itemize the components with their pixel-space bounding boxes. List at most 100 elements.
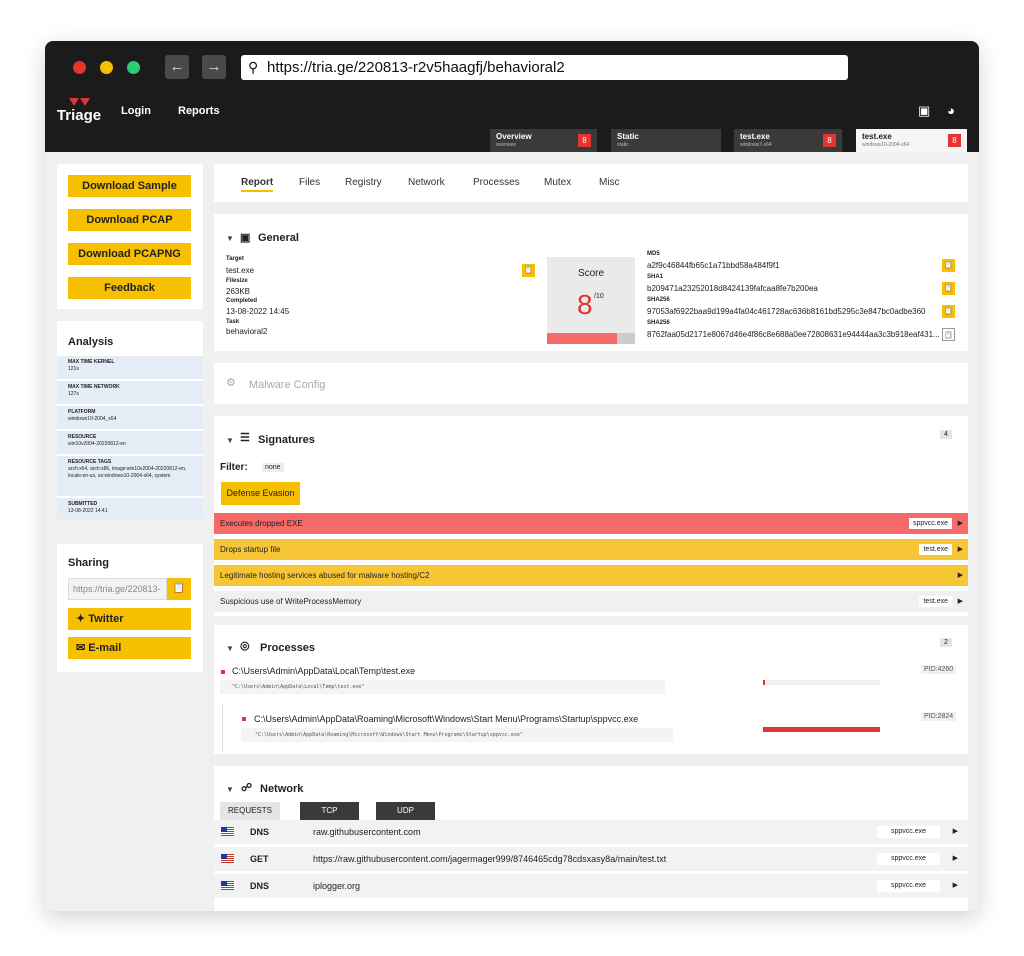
maximize-window-button[interactable] — [127, 61, 140, 74]
process-path[interactable]: C:\Users\Admin\AppData\Local\Temp\test.e… — [232, 666, 415, 676]
analysis-row: RESOURCE win10v2004-20220812-en — [57, 431, 203, 454]
sha1-value: b209471a23252018d8424139fafcaa8fe7b200ea — [647, 284, 818, 293]
download-pcap-button[interactable]: Download PCAP — [68, 209, 191, 231]
task-value: behavioral2 — [226, 327, 268, 336]
site-header: Triage Login Reports ▣ ◕ Overview overvi… — [45, 93, 979, 152]
globe-icon: ☍ — [241, 782, 253, 794]
analysis-row: RESOURCE TAGS arch:x64, arch:x86, image:w… — [57, 456, 203, 496]
network-request-row[interactable]: DNS iplogger.org sppvcc.exe ▶ — [214, 874, 968, 898]
score-label: Score — [577, 268, 605, 279]
tab-overview[interactable]: Overview overview 8 — [490, 129, 597, 152]
network-tab-udp[interactable]: UDP — [376, 802, 435, 820]
completed-value: 13-08-2022 14:45 — [226, 307, 290, 316]
malware-config-title[interactable]: Malware Config — [249, 379, 325, 391]
download-sample-button[interactable]: Download Sample — [68, 175, 191, 197]
collapse-caret-icon[interactable]: ▼ — [226, 644, 234, 653]
process-tag: sppvcc.exe — [908, 518, 952, 529]
analysis-row: PLATFORM windows10-2004_x64 — [57, 406, 203, 429]
feedback-button[interactable]: Feedback — [68, 277, 191, 299]
browser-toolbar: ← → ⚲ https://tria.ge/220813-r2v5haagfj/… — [45, 41, 979, 93]
signature-row[interactable]: Executes dropped EXE sppvcc.exe ▶ — [214, 513, 968, 534]
filesize-label: Filesize — [226, 278, 248, 284]
share-url-input[interactable]: https://tria.ge/220813- — [68, 578, 167, 600]
score-badge: 8 — [823, 134, 836, 147]
network-title: Network — [260, 783, 304, 795]
reports-link[interactable]: Reports — [178, 105, 220, 117]
process-pid: PID:4260 — [921, 665, 957, 674]
caret-right-icon: ▶ — [952, 855, 958, 862]
tab-report[interactable]: Report — [241, 177, 274, 192]
tree-line — [222, 704, 223, 752]
network-request-row[interactable]: DNS raw.githubusercontent.com sppvcc.exe… — [214, 820, 968, 844]
pie-chart-icon[interactable]: ◕ — [947, 103, 960, 118]
minimize-window-button[interactable] — [100, 61, 113, 74]
tab-windows7[interactable]: test.exe windows7-x64 8 — [734, 129, 842, 152]
clipboard-icon[interactable]: 📋 — [167, 578, 191, 600]
clipboard-icon[interactable]: 📋 — [942, 305, 955, 318]
tab-network[interactable]: Network — [408, 177, 445, 188]
signature-row[interactable]: Suspicious use of WriteProcessMemory tes… — [214, 591, 968, 612]
tab-windows10[interactable]: test.exe windows10-2004-x64 8 — [856, 129, 967, 152]
logo-text: Triage — [56, 107, 102, 124]
process-cmdline: "C:\Users\Admin\AppData\Roaming\Microsof… — [241, 728, 673, 742]
process-marker — [242, 717, 246, 721]
triage-logo[interactable]: Triage — [56, 98, 102, 124]
tab-files[interactable]: Files — [299, 177, 320, 188]
collapse-caret-icon[interactable]: ▼ — [226, 234, 234, 243]
caret-right-icon: ▶ — [952, 882, 958, 889]
network-tab-requests[interactable]: REQUESTS — [220, 802, 280, 820]
signature-row[interactable]: Legitimate hosting services abused for m… — [214, 565, 968, 586]
general-title: General — [258, 232, 299, 244]
forward-arrow-icon[interactable]: → — [202, 55, 226, 79]
score-max: /10 — [594, 293, 604, 300]
network-request-row[interactable]: GET https://raw.githubusercontent.com/ja… — [214, 847, 968, 871]
tab-registry[interactable]: Registry — [345, 177, 382, 188]
email-button[interactable]: ✉ E-mail — [68, 637, 191, 659]
filter-value[interactable]: none — [262, 463, 284, 472]
process-tag: sppvcc.exe — [876, 826, 940, 838]
score-badge: 8 — [578, 134, 591, 147]
process-tag: sppvcc.exe — [876, 853, 940, 865]
caret-right-icon: ▶ — [957, 520, 963, 527]
tab-mutex[interactable]: Mutex — [544, 177, 571, 188]
caret-right-icon: ▶ — [957, 572, 963, 579]
browser-window: ← → ⚲ https://tria.ge/220813-r2v5haagfj/… — [45, 41, 979, 911]
clipboard-icon[interactable]: 📋 — [522, 264, 535, 277]
tab-misc[interactable]: Misc — [599, 177, 620, 188]
clipboard-icon[interactable]: 📋 — [942, 282, 955, 295]
address-bar[interactable]: ⚲ https://tria.ge/220813-r2v5haagfj/beha… — [241, 55, 848, 80]
clipboard-icon[interactable]: 📋 — [942, 259, 955, 272]
processes-icon: ◎ — [240, 640, 250, 652]
clipboard-icon[interactable]: 📋 — [942, 328, 955, 341]
task-label: Task — [226, 319, 240, 325]
processes-title: Processes — [260, 642, 316, 654]
twitter-button[interactable]: ✦ Twitter — [68, 608, 191, 630]
login-link[interactable]: Login — [121, 105, 151, 117]
gears-icon: ⚙ — [226, 377, 236, 389]
sha512-value: 8762faa05d2171e8067d46e4f86c8e688a0ee728… — [647, 330, 940, 339]
book-icon[interactable]: ▣ — [918, 103, 931, 118]
collapse-caret-icon[interactable]: ▼ — [226, 785, 234, 794]
tab-processes[interactable]: Processes — [473, 177, 520, 188]
process-path[interactable]: C:\Users\Admin\AppData\Roaming\Microsoft… — [254, 714, 638, 724]
sha256-label: SHA256 — [647, 297, 670, 303]
download-pcapng-button[interactable]: Download PCAPNG — [68, 243, 191, 265]
analysis-row: SUBMITTED 13-08-2022 14:41 — [57, 498, 203, 519]
process-marker — [221, 670, 225, 674]
close-window-button[interactable] — [73, 61, 86, 74]
collapse-caret-icon[interactable]: ▼ — [226, 436, 234, 445]
sha512-label: SHA256 — [647, 320, 670, 326]
score-box: Score 8 /10 — [547, 257, 635, 344]
sha256-value: 97053af6922baa9d199a4fa04c461728ac636b81… — [647, 307, 926, 316]
target-value: test.exe — [226, 266, 255, 275]
tab-static[interactable]: Static static — [611, 129, 721, 152]
process-cmdline: "C:\Users\Admin\AppData\Local\Temp\test.… — [220, 680, 665, 694]
twitter-icon: ✦ — [76, 613, 89, 625]
back-arrow-icon[interactable]: ← — [165, 55, 189, 79]
signatures-count: 4 — [940, 430, 952, 439]
target-label: Target — [226, 256, 244, 262]
score-bar-fill — [547, 333, 618, 344]
signature-row[interactable]: Drops startup file test.exe ▶ — [214, 539, 968, 560]
defense-evasion-filter-button[interactable]: Defense Evasion — [221, 482, 300, 505]
network-tab-tcp[interactable]: TCP — [300, 802, 359, 820]
